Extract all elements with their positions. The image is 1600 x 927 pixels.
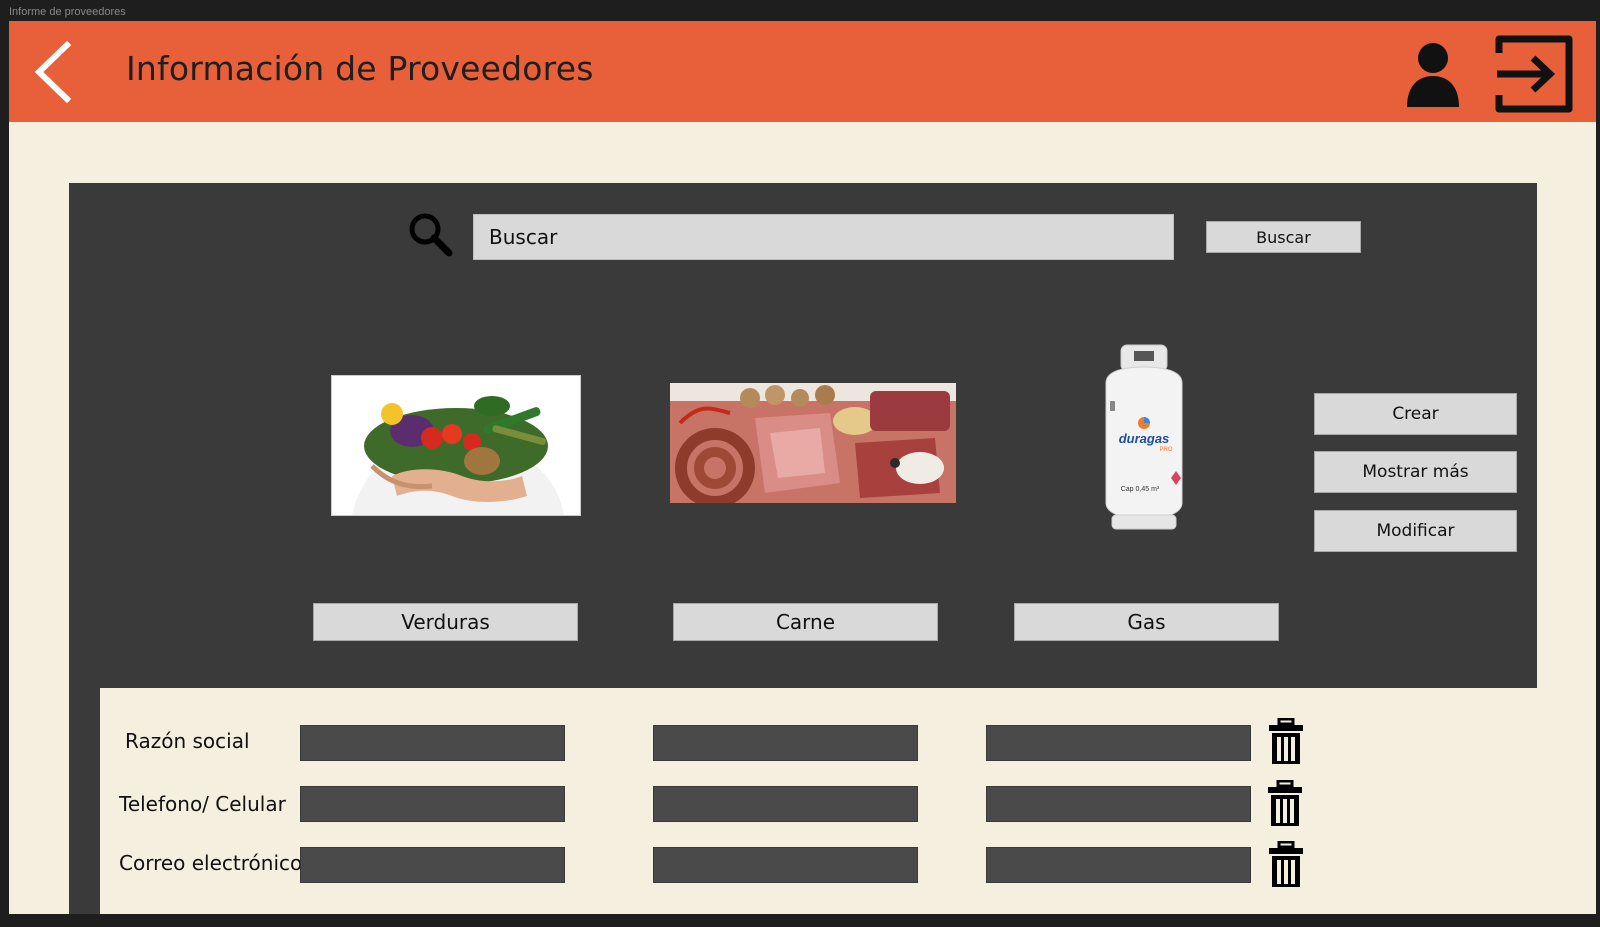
header-bar: Información de Proveedores bbox=[9, 21, 1596, 122]
trash-icon[interactable] bbox=[1266, 780, 1304, 828]
search-button[interactable]: Buscar bbox=[1206, 221, 1361, 253]
logout-icon[interactable] bbox=[1493, 33, 1575, 115]
modify-button[interactable]: Modificar bbox=[1314, 510, 1517, 552]
razon-social-field-carne[interactable] bbox=[653, 725, 918, 761]
create-button[interactable]: Crear bbox=[1314, 393, 1517, 435]
telefono-field-gas[interactable] bbox=[986, 786, 1251, 822]
vegetables-photo bbox=[331, 375, 581, 516]
razon-social-field-gas[interactable] bbox=[986, 725, 1251, 761]
row-label-correo: Correo electrónico bbox=[119, 851, 303, 875]
row-label-telefono: Telefono/ Celular bbox=[119, 792, 286, 816]
gas-brand-sub: PRO bbox=[1159, 447, 1172, 453]
correo-field-gas[interactable] bbox=[986, 847, 1251, 883]
trash-icon[interactable] bbox=[1267, 841, 1305, 889]
category-gas-button[interactable]: Gas bbox=[1014, 603, 1279, 641]
gas-capacity-text: Cap 0,45 m³ bbox=[1121, 486, 1160, 493]
providers-panel: Buscar Buscar duragas PRO Cap 0,45 m³ Ve… bbox=[69, 183, 1565, 914]
show-more-button[interactable]: Mostrar más bbox=[1314, 451, 1517, 493]
correo-field-carne[interactable] bbox=[653, 847, 918, 883]
provider-details: Razón social Telefono/ Celular Correo el… bbox=[100, 688, 1565, 914]
correo-field-verduras[interactable] bbox=[300, 847, 565, 883]
trash-icon[interactable] bbox=[1267, 718, 1305, 766]
gas-brand-text: duragas bbox=[1119, 431, 1170, 446]
search-icon bbox=[409, 213, 453, 257]
category-verduras-button[interactable]: Verduras bbox=[313, 603, 578, 641]
razon-social-field-verduras[interactable] bbox=[300, 725, 565, 761]
row-label-razon-social: Razón social bbox=[125, 729, 250, 753]
meat-photo bbox=[670, 383, 956, 503]
gas-cylinder-photo: duragas PRO Cap 0,45 m³ bbox=[1105, 344, 1183, 530]
telefono-field-verduras[interactable] bbox=[300, 786, 565, 822]
page-title: Información de Proveedores bbox=[126, 49, 594, 88]
search-input[interactable] bbox=[473, 214, 1174, 260]
window-title: Informe de proveedores bbox=[9, 6, 126, 18]
user-icon[interactable] bbox=[1405, 41, 1461, 109]
chevron-left-icon[interactable] bbox=[31, 41, 81, 103]
category-carne-button[interactable]: Carne bbox=[673, 603, 938, 641]
telefono-field-carne[interactable] bbox=[653, 786, 918, 822]
app-window: Información de Proveedores Buscar Buscar… bbox=[9, 21, 1596, 914]
